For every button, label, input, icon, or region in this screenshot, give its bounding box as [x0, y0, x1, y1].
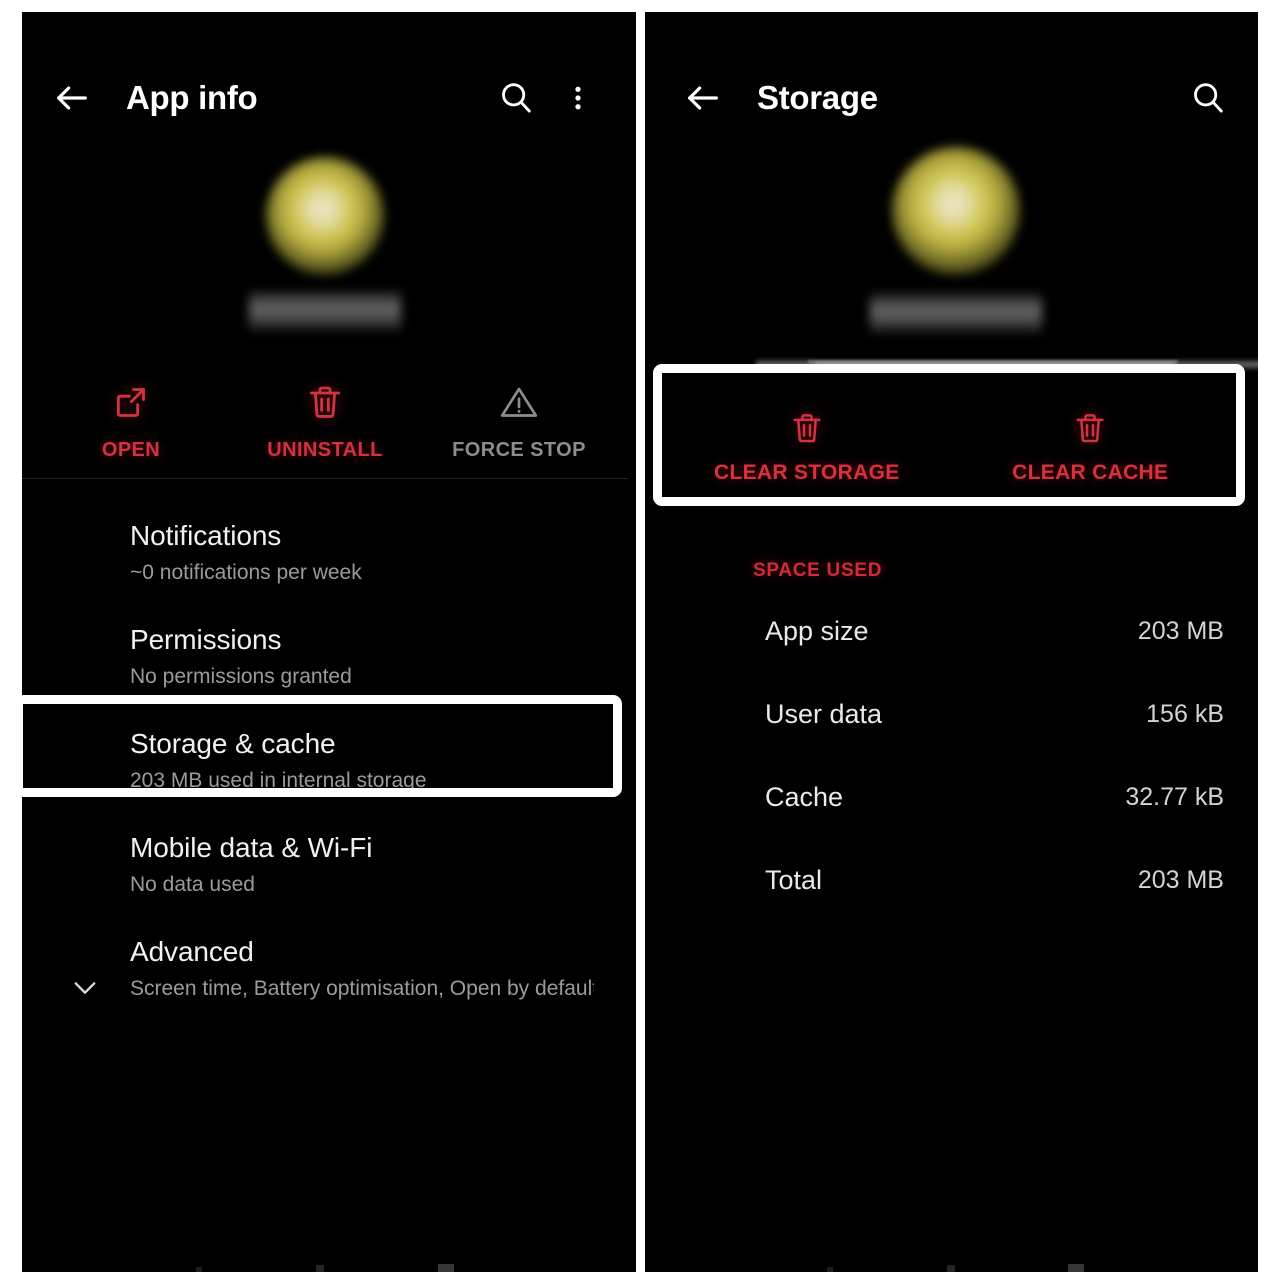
- list-item-title: Notifications: [130, 520, 282, 551]
- back-arrow-icon[interactable]: [48, 74, 96, 122]
- uninstall-button-label: UNINSTALL: [267, 439, 383, 461]
- uninstall-button[interactable]: UNINSTALL: [228, 382, 422, 462]
- row-total: Total 203 MB: [653, 839, 1258, 922]
- app-info-screen: App info OPEN UNINSTALL FORCE STOP Notif…: [22, 12, 628, 1272]
- row-user-data: User data 156 kB: [653, 673, 1258, 756]
- screenshot-root: App info OPEN UNINSTALL FORCE STOP Notif…: [0, 0, 1280, 1280]
- row-label: Total: [765, 865, 823, 895]
- frame-edge-bottom-right: [645, 1272, 1280, 1280]
- row-value: 32.77 kB: [1125, 783, 1224, 811]
- row-cache: Cache 32.77 kB: [653, 756, 1258, 839]
- app-header-right: [653, 147, 1258, 333]
- list-item-subtitle: No data used: [130, 873, 255, 896]
- right-phone-panel: Storage CLEAR STORAGE CLEAR CACHE SPACE …: [645, 0, 1280, 1280]
- frame-edge-bottom-left: [0, 1272, 636, 1280]
- storage-screen: Storage CLEAR STORAGE CLEAR CACHE SPACE …: [653, 12, 1258, 1272]
- warning-triangle-icon: [499, 382, 539, 427]
- clear-storage-label: CLEAR STORAGE: [713, 460, 900, 484]
- list-item-title: Mobile data & Wi-Fi: [130, 832, 373, 863]
- list-item-subtitle: 203 MB used in internal storage: [130, 769, 427, 792]
- system-nav-bar-right: [653, 1258, 1258, 1272]
- trash-icon: [1072, 410, 1108, 451]
- frame-edge-top-left: [0, 0, 636, 12]
- nav-home-hint[interactable]: [316, 1265, 324, 1272]
- frame-edge-right-right: [1258, 0, 1280, 1280]
- system-nav-bar-left: [22, 1258, 628, 1272]
- list-item-advanced[interactable]: Advanced Screen time, Battery optimisati…: [22, 920, 628, 1024]
- blurred-app-icon: [891, 147, 1020, 275]
- row-value: 203 MB: [1137, 617, 1224, 645]
- list-item-subtitle: ~0 notifications per week: [130, 561, 362, 584]
- row-label: App size: [765, 616, 869, 646]
- list-item-title: Advanced: [130, 936, 254, 967]
- space-used-section-label: SPACE USED: [753, 560, 883, 581]
- section-divider: [22, 478, 628, 479]
- search-icon[interactable]: [492, 74, 540, 122]
- search-icon[interactable]: [1184, 74, 1232, 122]
- space-used-rows: App size 203 MB User data 156 kB Cache 3…: [653, 590, 1258, 922]
- clear-storage-button[interactable]: CLEAR STORAGE: [665, 390, 949, 504]
- clear-cache-label: CLEAR CACHE: [1012, 460, 1169, 484]
- left-phone-panel: App info OPEN UNINSTALL FORCE STOP Notif…: [0, 0, 636, 1280]
- panel-divider: [636, 0, 645, 1280]
- clear-cache-button[interactable]: CLEAR CACHE: [949, 390, 1233, 504]
- open-external-icon: [111, 382, 151, 427]
- page-title: App info: [126, 79, 258, 116]
- row-value: 203 MB: [1137, 866, 1224, 894]
- app-info-appbar: App info: [22, 60, 628, 136]
- back-arrow-icon[interactable]: [679, 74, 727, 122]
- storage-appbar: Storage: [653, 60, 1258, 136]
- row-app-size: App size 203 MB: [653, 590, 1258, 673]
- clear-action-row: CLEAR STORAGE CLEAR CACHE: [665, 390, 1232, 504]
- page-title: Storage: [757, 79, 878, 116]
- open-button[interactable]: OPEN: [34, 382, 228, 462]
- more-vertical-icon[interactable]: [554, 74, 602, 122]
- list-item-storage-and-cache[interactable]: Storage & cache 203 MB used in internal …: [22, 712, 628, 816]
- app-action-row: OPEN UNINSTALL FORCE STOP: [22, 382, 628, 462]
- open-button-label: OPEN: [101, 439, 161, 461]
- frame-edge-top-right: [645, 0, 1280, 12]
- force-stop-button-label: FORCE STOP: [452, 439, 586, 461]
- row-value: 156 kB: [1146, 700, 1224, 728]
- frame-edge-left-left: [0, 0, 22, 1280]
- list-item-permissions[interactable]: Permissions No permissions granted: [22, 608, 628, 712]
- nav-recents-hint[interactable]: [438, 1264, 454, 1272]
- row-label: User data: [765, 699, 883, 729]
- list-item-mobile-data-and-wifi[interactable]: Mobile data & Wi-Fi No data used: [22, 816, 628, 920]
- list-item-notifications[interactable]: Notifications ~0 notifications per week: [22, 504, 628, 608]
- scrollbar-strip[interactable]: [808, 360, 1178, 371]
- list-item-title: Permissions: [130, 624, 282, 655]
- nav-home-hint[interactable]: [946, 1265, 955, 1272]
- force-stop-button[interactable]: FORCE STOP: [422, 382, 616, 462]
- list-item-subtitle: No permissions granted: [130, 665, 352, 688]
- blurred-app-name: [249, 291, 401, 331]
- nav-recents-hint[interactable]: [1068, 1264, 1085, 1272]
- chevron-down-icon: [68, 970, 102, 1009]
- list-item-title: Storage & cache: [130, 728, 336, 759]
- trash-icon: [789, 410, 825, 451]
- app-header-left: [22, 157, 628, 331]
- blurred-app-icon: [266, 157, 384, 275]
- blurred-app-name: [869, 293, 1042, 333]
- trash-icon: [305, 382, 345, 427]
- row-label: Cache: [765, 782, 844, 812]
- list-item-subtitle: Screen time, Battery optimisation, Open …: [130, 977, 594, 1000]
- app-settings-list: Notifications ~0 notifications per week …: [22, 504, 628, 1024]
